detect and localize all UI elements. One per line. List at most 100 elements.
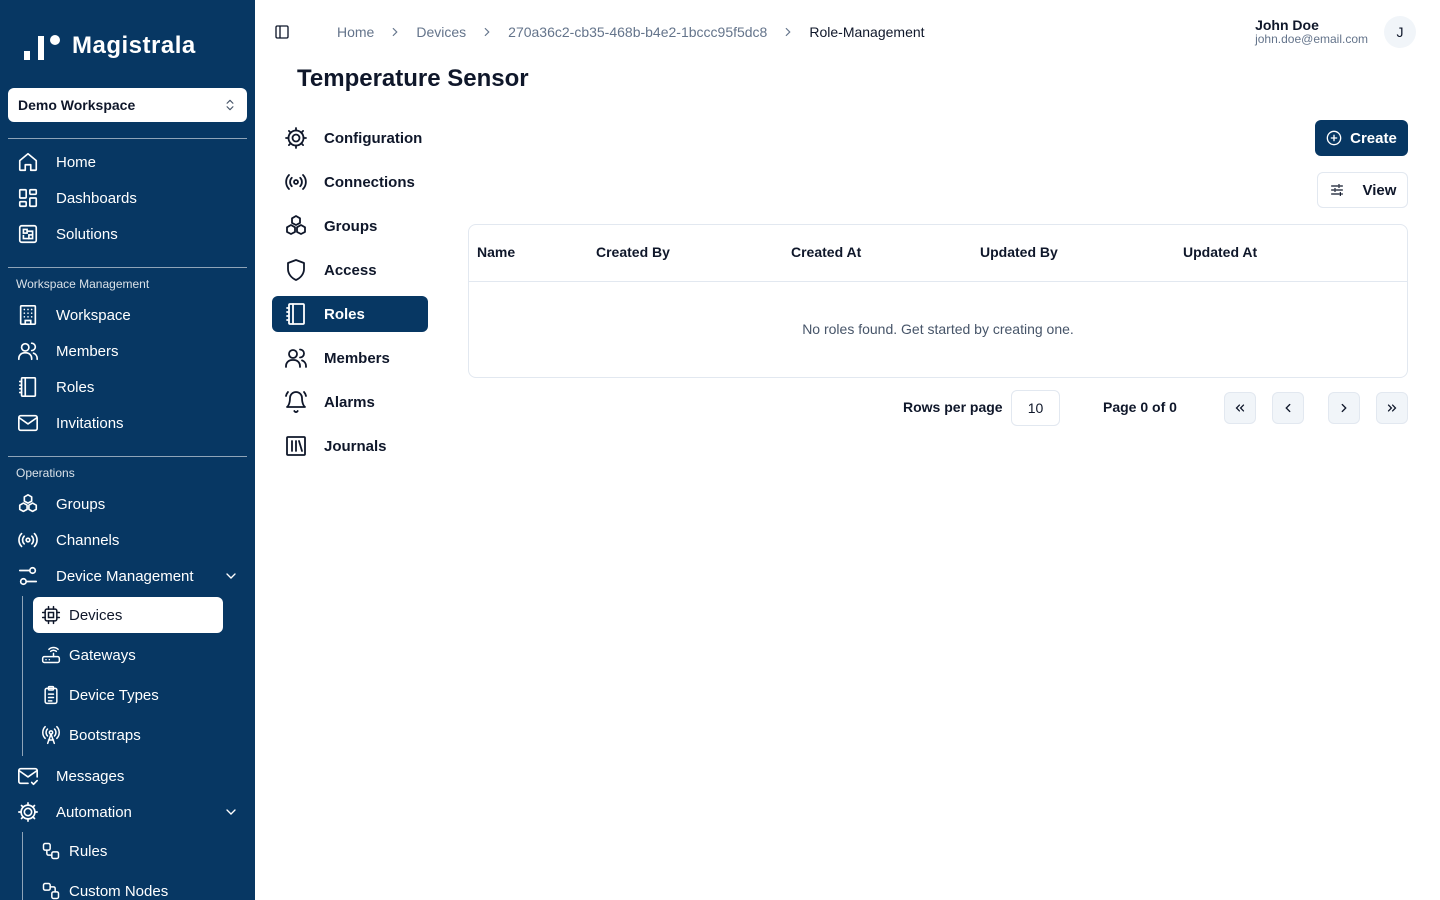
sidebar-subitem-device-types[interactable]: Device Types [33, 677, 223, 713]
users-icon [284, 346, 308, 370]
page-title: Temperature Sensor [297, 65, 529, 92]
workspace-select-value: Demo Workspace [18, 97, 136, 113]
logo-icon [24, 35, 60, 60]
table-header: Name Created By Created At Updated By Up… [469, 225, 1407, 282]
sidebar-divider [8, 267, 247, 268]
workflow-icon [41, 841, 61, 861]
sidebar-subitem-label: Devices [69, 606, 123, 624]
sidebar-item-label: Invitations [56, 414, 124, 432]
building-icon [16, 303, 40, 327]
users-icon [16, 339, 40, 363]
sidebar-item-label: Groups [56, 495, 106, 513]
sidebar-item-dashboards[interactable]: Dashboards [16, 183, 247, 213]
sidebar-subitem-gateways[interactable]: Gateways [33, 637, 223, 673]
sidebar-item-label: Solutions [56, 225, 118, 243]
sidebar-subitem-rules[interactable]: Rules [33, 833, 223, 869]
tab-groups[interactable]: Groups [272, 208, 428, 244]
view-button[interactable]: View [1317, 172, 1408, 208]
sidebar-item-automation[interactable]: Automation [16, 797, 247, 827]
tab-label: Groups [324, 217, 378, 235]
breadcrumb-device-id[interactable]: 270a36c2-cb35-468b-b4e2-1bccc95f5dc8 [508, 24, 767, 40]
sidebar-item-label: Workspace [56, 306, 131, 324]
first-page-button[interactable] [1224, 392, 1256, 424]
tab-label: Access [324, 261, 377, 279]
sidebar-subitem-custom-nodes[interactable]: Custom Nodes [33, 873, 223, 900]
chevron-right-icon [1341, 403, 1347, 413]
sliders-icon [1329, 182, 1345, 198]
breadcrumb-devices[interactable]: Devices [416, 24, 466, 40]
roles-icon [284, 302, 308, 326]
router-icon [41, 645, 61, 665]
sidebar-item-workspace[interactable]: Workspace [16, 300, 247, 330]
tab-configuration[interactable]: Configuration [272, 120, 428, 156]
user-name: John Doe [1255, 17, 1319, 33]
radio-icon [16, 528, 40, 552]
sidebar-toggle-button[interactable] [272, 22, 292, 42]
sidebar-item-groups[interactable]: Groups [16, 489, 247, 519]
rows-per-page-label: Rows per page [903, 399, 1003, 415]
tab-alarms[interactable]: Alarms [272, 384, 428, 420]
sidebar-item-label: Home [56, 153, 97, 171]
avatar[interactable]: J [1384, 16, 1416, 48]
rows-per-page-select[interactable]: 10 [1011, 390, 1060, 426]
dashboard-icon [16, 186, 40, 210]
column-header-updated-by: Updated By [980, 244, 1058, 260]
sidebar-subitem-bootstraps[interactable]: Bootstraps [33, 717, 223, 753]
app-logo[interactable]: Magistrala [24, 30, 196, 62]
sidebar-item-home[interactable]: Home [16, 147, 247, 177]
solutions-icon [16, 222, 40, 246]
tab-journals[interactable]: Journals [272, 428, 428, 464]
mail-icon [16, 411, 40, 435]
sidebar-item-invitations[interactable]: Invitations [16, 408, 247, 438]
sidebar-item-label: Messages [56, 767, 125, 785]
chevron-right-icon [388, 25, 402, 39]
tab-access[interactable]: Access [272, 252, 428, 288]
mail-check-icon [16, 764, 40, 788]
chevrons-up-down-icon [223, 98, 237, 112]
sidebar-item-label: Members [56, 342, 119, 360]
chevron-left-icon [1285, 403, 1291, 413]
groups-icon [16, 492, 40, 516]
tab-label: Configuration [324, 129, 423, 147]
column-header-created-at: Created At [791, 244, 862, 260]
cog-icon [16, 800, 40, 824]
create-button-label: Create [1350, 129, 1397, 147]
roles-icon [16, 375, 40, 399]
previous-page-button[interactable] [1272, 392, 1304, 424]
empty-state-message: No roles found. Get started by creating … [802, 321, 1074, 337]
breadcrumb-home[interactable]: Home [337, 24, 374, 40]
sidebar-item-label: Automation [56, 803, 132, 821]
sidebar-item-channels[interactable]: Channels [16, 525, 247, 555]
custom-nodes-icon [41, 881, 61, 900]
sidebar-subitem-label: Custom Nodes [69, 882, 169, 900]
page-info: Page 0 of 0 [1103, 399, 1177, 415]
tab-connections[interactable]: Connections [272, 164, 428, 200]
next-page-button[interactable] [1328, 392, 1360, 424]
workspace-select[interactable]: Demo Workspace [8, 88, 247, 122]
cpu-icon [41, 605, 61, 625]
shield-icon [284, 258, 308, 282]
create-button[interactable]: Create [1315, 120, 1408, 156]
sidebar-item-roles[interactable]: Roles [16, 372, 247, 402]
column-header-updated-at: Updated At [1183, 244, 1258, 260]
tab-label: Journals [324, 437, 387, 455]
column-header-created-by: Created By [596, 244, 670, 260]
sidebar-item-device-management[interactable]: Device Management [16, 561, 247, 591]
sidebar-subitem-devices[interactable]: Devices [33, 597, 223, 633]
tab-members[interactable]: Members [272, 340, 428, 376]
radio-icon [284, 170, 308, 194]
last-page-button[interactable] [1376, 392, 1408, 424]
sidebar-item-solutions[interactable]: Solutions [16, 219, 247, 249]
app-name: Magistrala [72, 32, 196, 59]
sidebar-item-members[interactable]: Members [16, 336, 247, 366]
bell-icon [284, 390, 308, 414]
chevron-down-icon [223, 568, 239, 584]
chevrons-left-icon [1235, 404, 1245, 412]
sidebar-subitem-label: Rules [69, 842, 108, 860]
sidebar-item-messages[interactable]: Messages [16, 761, 247, 791]
tab-roles[interactable]: Roles [272, 296, 428, 332]
sidebar-item-label: Channels [56, 531, 120, 549]
settings-sliders-icon [16, 564, 40, 588]
sidebar-item-label: Roles [56, 378, 95, 396]
tab-label: Alarms [324, 393, 375, 411]
